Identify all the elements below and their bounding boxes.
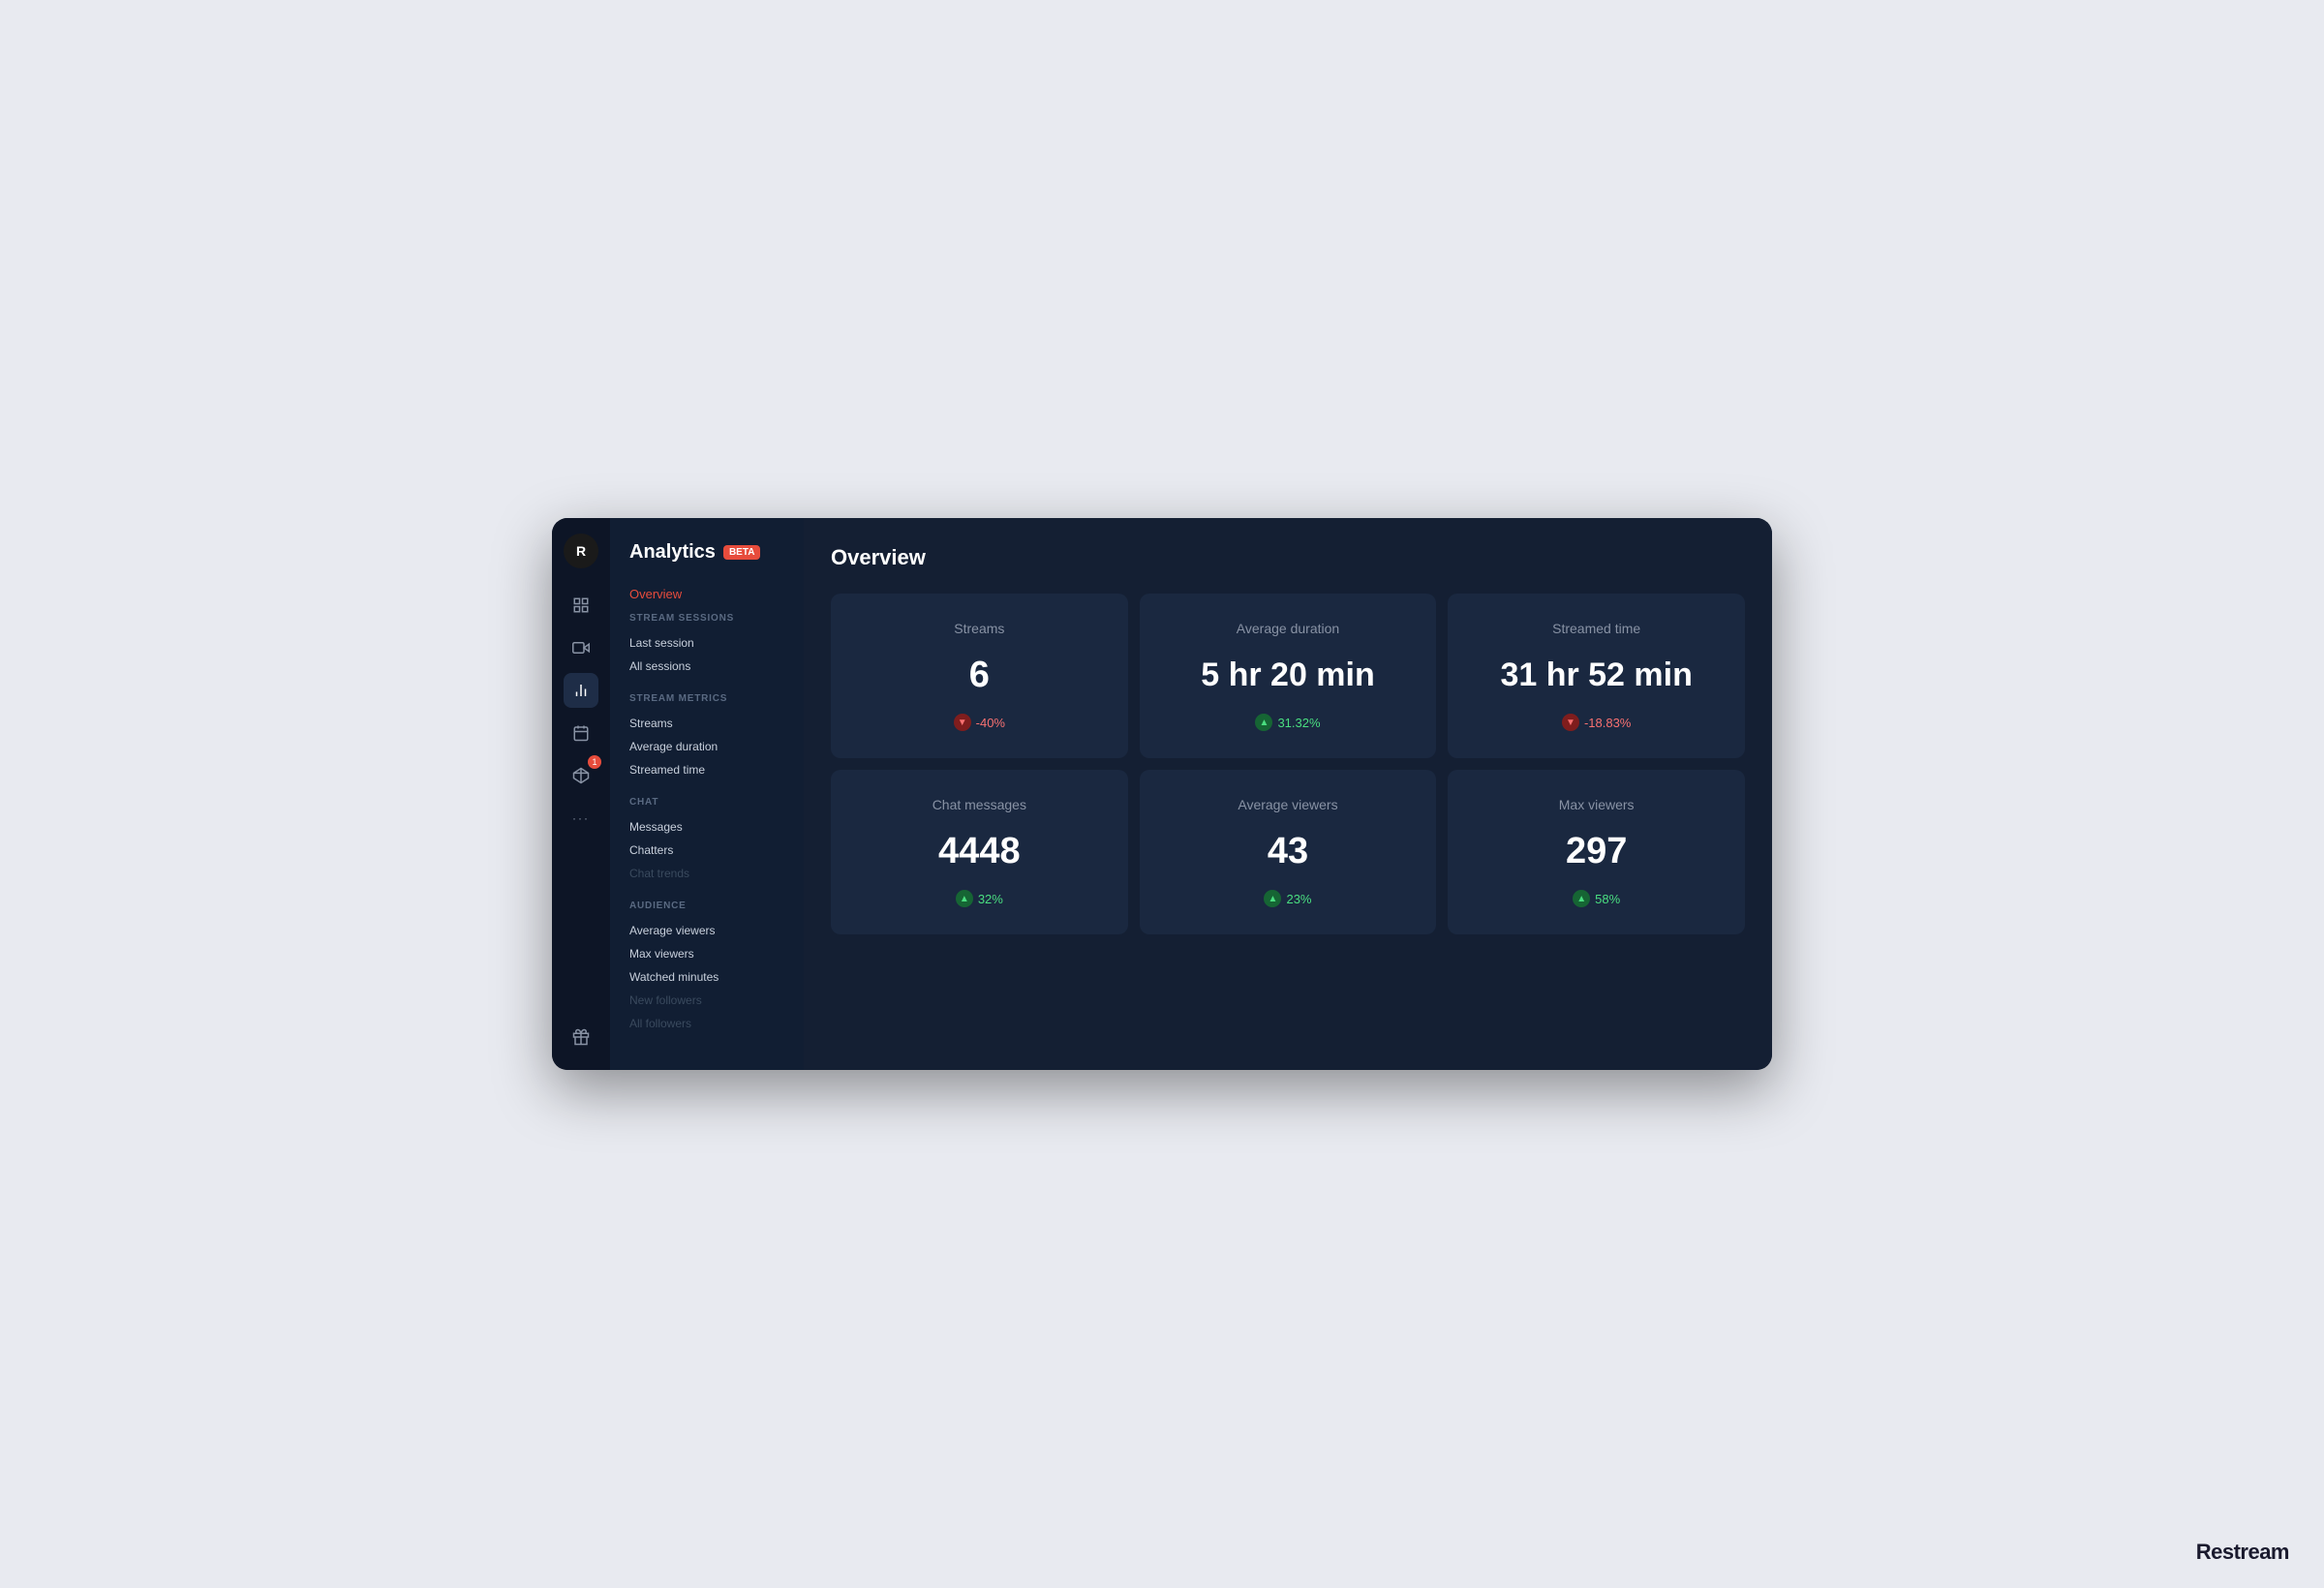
nav-overview[interactable]: Overview: [610, 583, 804, 613]
sidebar-icon-gift[interactable]: [564, 1020, 598, 1054]
section-header-chat: Chat: [629, 797, 784, 808]
change-text-avg-viewers: 23%: [1286, 892, 1311, 906]
page-title: Overview: [831, 545, 1745, 570]
metric-value-streamed-time: 31 hr 52 min: [1500, 658, 1692, 691]
left-nav: Analytics Beta Overview Stream Sessions …: [610, 518, 804, 1070]
nav-average-viewers[interactable]: Average viewers: [629, 919, 784, 942]
change-text-chat-messages: 32%: [978, 892, 1003, 906]
metric-label-chat-messages: Chat messages: [933, 797, 1026, 812]
metric-label-streamed-time: Streamed time: [1552, 621, 1640, 636]
beta-badge: Beta: [723, 545, 760, 560]
metric-value-max-viewers: 297: [1566, 833, 1627, 870]
metric-label-streams: Streams: [954, 621, 1004, 636]
nav-all-followers: All followers: [629, 1012, 784, 1035]
nav-chat-trends: Chat trends: [629, 862, 784, 885]
sidebar-icon-camera[interactable]: [564, 630, 598, 665]
sidebar-icon-dashboard[interactable]: [564, 588, 598, 623]
nav-average-duration[interactable]: Average duration: [629, 735, 784, 758]
metric-card-avg-viewers: Average viewers 43 ▲ 23%: [1140, 770, 1437, 934]
watermark: Restream: [2196, 1540, 2289, 1565]
metric-card-avg-duration: Average duration 5 hr 20 min ▲ 31.32%: [1140, 594, 1437, 758]
metric-card-chat-messages: Chat messages 4448 ▲ 32%: [831, 770, 1128, 934]
nav-max-viewers[interactable]: Max viewers: [629, 942, 784, 965]
metric-change-streamed-time: ▼ -18.83%: [1562, 714, 1631, 731]
main-content: Overview Streams 6 ▼ -40% Average durati…: [804, 518, 1772, 1070]
metric-card-max-viewers: Max viewers 297 ▲ 58%: [1448, 770, 1745, 934]
arrow-up-icon: ▲: [1255, 714, 1272, 731]
sidebar-icon-more[interactable]: ···: [564, 801, 598, 836]
nav-section-audience: Audience Average viewers Max viewers Wat…: [610, 901, 804, 1035]
nav-streams[interactable]: Streams: [629, 712, 784, 735]
app-window: R: [552, 518, 1772, 1070]
nav-watched-minutes[interactable]: Watched minutes: [629, 965, 784, 989]
arrow-up-icon-4: ▲: [1573, 890, 1590, 907]
logo-button[interactable]: R: [564, 534, 598, 568]
change-text-streams: -40%: [976, 716, 1005, 730]
app-title: Analytics: [629, 541, 716, 564]
metric-value-avg-duration: 5 hr 20 min: [1201, 658, 1375, 691]
nav-section-stream-sessions: Stream Sessions Last session All session…: [610, 613, 804, 678]
metric-card-streamed-time: Streamed time 31 hr 52 min ▼ -18.83%: [1448, 594, 1745, 758]
section-header-stream-metrics: Stream Metrics: [629, 693, 784, 704]
nav-last-session[interactable]: Last session: [629, 631, 784, 655]
nav-section-chat: Chat Messages Chatters Chat trends: [610, 797, 804, 885]
nav-streamed-time[interactable]: Streamed time: [629, 758, 784, 781]
section-header-stream-sessions: Stream Sessions: [629, 613, 784, 624]
change-text-streamed-time: -18.83%: [1584, 716, 1631, 730]
nav-new-followers: New followers: [629, 989, 784, 1012]
metric-change-avg-duration: ▲ 31.32%: [1255, 714, 1320, 731]
arrow-down-icon-2: ▼: [1562, 714, 1579, 731]
app-title-area: Analytics Beta: [610, 537, 804, 583]
logo-letter: R: [576, 543, 586, 559]
metric-change-streams: ▼ -40%: [954, 714, 1005, 731]
icon-sidebar: R: [552, 518, 610, 1070]
metric-change-chat-messages: ▲ 32%: [956, 890, 1003, 907]
metric-label-max-viewers: Max viewers: [1559, 797, 1635, 812]
nav-all-sessions[interactable]: All sessions: [629, 655, 784, 678]
arrow-up-icon-3: ▲: [1264, 890, 1281, 907]
arrow-down-icon: ▼: [954, 714, 971, 731]
metric-change-max-viewers: ▲ 58%: [1573, 890, 1620, 907]
metric-value-avg-viewers: 43: [1268, 833, 1308, 870]
arrow-up-icon-2: ▲: [956, 890, 973, 907]
metrics-grid: Streams 6 ▼ -40% Average duration 5 hr 2…: [831, 594, 1745, 934]
sidebar-icon-calendar[interactable]: [564, 716, 598, 750]
metric-label-avg-viewers: Average viewers: [1238, 797, 1337, 812]
section-header-audience: Audience: [629, 901, 784, 911]
change-text-avg-duration: 31.32%: [1277, 716, 1320, 730]
sidebar-icon-gem[interactable]: 1: [564, 758, 598, 793]
metric-value-streams: 6: [969, 657, 990, 693]
sidebar-icon-analytics[interactable]: [564, 673, 598, 708]
nav-messages[interactable]: Messages: [629, 815, 784, 839]
metric-label-avg-duration: Average duration: [1237, 621, 1339, 636]
metric-change-avg-viewers: ▲ 23%: [1264, 890, 1311, 907]
nav-section-stream-metrics: Stream Metrics Streams Average duration …: [610, 693, 804, 781]
notification-badge: 1: [588, 755, 601, 769]
metric-card-streams: Streams 6 ▼ -40%: [831, 594, 1128, 758]
change-text-max-viewers: 58%: [1595, 892, 1620, 906]
metric-value-chat-messages: 4448: [938, 833, 1021, 870]
nav-chatters[interactable]: Chatters: [629, 839, 784, 862]
